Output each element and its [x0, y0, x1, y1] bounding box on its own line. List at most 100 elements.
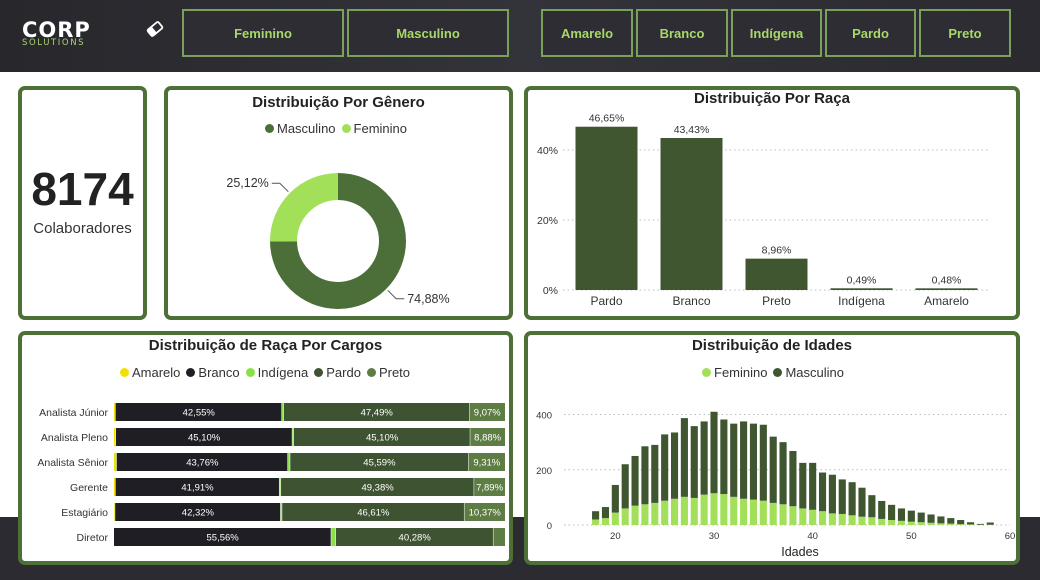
age-bar-masculino[interactable]: [848, 482, 856, 516]
age-bar-feminino[interactable]: [848, 515, 856, 525]
age-bar-feminino[interactable]: [868, 517, 876, 525]
age-bar-masculino[interactable]: [740, 421, 748, 499]
age-bar-masculino[interactable]: [720, 419, 728, 495]
age-bar-masculino[interactable]: [917, 512, 925, 523]
legend-item-branco[interactable]: Branco: [186, 365, 240, 380]
age-bar-masculino[interactable]: [670, 432, 679, 499]
legend-item-masculino-age[interactable]: Masculino: [773, 365, 844, 380]
age-bar-masculino[interactable]: [789, 450, 797, 507]
age-bar-feminino[interactable]: [937, 523, 945, 525]
age-bar-masculino[interactable]: [986, 522, 994, 525]
age-bar-masculino[interactable]: [651, 444, 659, 503]
age-bar-masculino[interactable]: [927, 514, 935, 523]
age-bar-masculino[interactable]: [661, 434, 669, 501]
age-bar-feminino[interactable]: [897, 520, 906, 525]
age-bar-masculino[interactable]: [700, 421, 708, 495]
race-bar[interactable]: [915, 288, 978, 290]
age-bar-feminino[interactable]: [838, 513, 846, 525]
age-bar-masculino[interactable]: [690, 426, 698, 498]
age-bar-feminino[interactable]: [621, 508, 629, 525]
age-bar-feminino[interactable]: [720, 494, 728, 525]
age-bar-masculino[interactable]: [592, 511, 600, 520]
age-bar-feminino[interactable]: [670, 498, 679, 525]
slicer-button-feminino[interactable]: Feminino: [182, 9, 344, 57]
age-bar-masculino[interactable]: [818, 472, 827, 512]
age-bar-masculino[interactable]: [631, 455, 639, 506]
age-bar-feminino[interactable]: [878, 518, 886, 525]
legend-item-masculino[interactable]: Masculino: [265, 121, 336, 136]
age-bar-masculino[interactable]: [710, 411, 718, 494]
legend-item-pardo[interactable]: Pardo: [314, 365, 361, 380]
age-bar-feminino[interactable]: [947, 523, 955, 525]
age-bar-feminino[interactable]: [759, 500, 767, 525]
legend-item-preto[interactable]: Preto: [366, 365, 410, 380]
age-bar-feminino[interactable]: [809, 509, 817, 525]
legend-item-feminino-age[interactable]: Feminino: [702, 365, 767, 380]
age-bar-masculino[interactable]: [888, 504, 896, 521]
age-bar-feminino[interactable]: [730, 496, 738, 525]
age-bar-masculino[interactable]: [641, 446, 649, 505]
age-bar-feminino[interactable]: [828, 513, 836, 525]
age-bar-masculino[interactable]: [868, 495, 876, 518]
race-bar[interactable]: [575, 126, 638, 290]
slicer-button-pardo[interactable]: Pardo: [825, 9, 916, 57]
age-bar-feminino[interactable]: [799, 508, 807, 525]
age-bar-feminino[interactable]: [661, 500, 669, 525]
legend-item-indigena[interactable]: Indígena: [245, 365, 308, 380]
age-bar-feminino[interactable]: [592, 519, 600, 525]
age-bar-masculino[interactable]: [957, 520, 965, 525]
age-bar-masculino[interactable]: [907, 510, 915, 522]
age-bar-masculino[interactable]: [749, 423, 758, 500]
age-bar-masculino[interactable]: [966, 522, 975, 525]
age-bar-feminino[interactable]: [818, 511, 827, 525]
slicer-button-masculino[interactable]: Masculino: [347, 9, 509, 57]
age-bar-masculino[interactable]: [828, 474, 836, 514]
age-bar-masculino[interactable]: [759, 424, 767, 501]
age-bar-masculino[interactable]: [601, 507, 610, 519]
legend-item-feminino[interactable]: Feminino: [341, 121, 407, 136]
slicer-button-amarelo[interactable]: Amarelo: [541, 9, 633, 57]
age-bar-masculino[interactable]: [621, 464, 629, 509]
age-bar-masculino[interactable]: [858, 487, 866, 517]
age-bar-feminino[interactable]: [858, 516, 866, 525]
age-bar-masculino[interactable]: [779, 442, 787, 505]
eraser-icon[interactable]: [144, 18, 166, 40]
age-bar-masculino[interactable]: [838, 479, 846, 514]
age-bar-feminino[interactable]: [917, 522, 925, 525]
age-bar-masculino[interactable]: [937, 516, 945, 524]
age-bar-masculino[interactable]: [976, 523, 984, 525]
age-bar-feminino[interactable]: [749, 499, 758, 525]
age-bar-masculino[interactable]: [897, 508, 906, 521]
age-bar-feminino[interactable]: [680, 496, 688, 525]
age-bar-feminino[interactable]: [611, 512, 619, 525]
age-bar-feminino[interactable]: [651, 502, 659, 525]
age-bar-feminino[interactable]: [927, 522, 935, 525]
age-bar-masculino[interactable]: [680, 418, 688, 497]
age-bar-masculino[interactable]: [809, 462, 817, 510]
age-bar-feminino[interactable]: [740, 498, 748, 525]
age-bar-masculino[interactable]: [799, 462, 807, 509]
legend-item-amarelo[interactable]: Amarelo: [120, 365, 180, 380]
age-bar-masculino[interactable]: [611, 484, 619, 513]
age-bar-feminino[interactable]: [710, 493, 718, 525]
age-bar-feminino[interactable]: [779, 504, 787, 525]
age-bar-feminino[interactable]: [690, 497, 698, 525]
slicer-button-branco[interactable]: Branco: [636, 9, 728, 57]
age-bar-feminino[interactable]: [700, 494, 708, 525]
age-bar-masculino[interactable]: [730, 423, 738, 497]
age-bar-masculino[interactable]: [878, 500, 886, 519]
race-bar[interactable]: [660, 137, 723, 290]
age-bar-masculino[interactable]: [769, 436, 777, 503]
role-bar-segment-indigena[interactable]: [331, 528, 336, 546]
race-bar[interactable]: [745, 258, 808, 290]
age-bar-feminino[interactable]: [966, 524, 975, 525]
age-bar-feminino[interactable]: [769, 502, 777, 525]
age-bar-feminino[interactable]: [641, 504, 649, 525]
slicer-button-indigena[interactable]: Indígena: [731, 9, 822, 57]
age-bar-feminino[interactable]: [789, 506, 797, 525]
age-bar-feminino[interactable]: [631, 505, 639, 525]
role-bar-segment-preto[interactable]: [493, 528, 505, 546]
race-bar[interactable]: [830, 288, 893, 290]
slicer-button-preto[interactable]: Preto: [919, 9, 1011, 57]
age-bar-feminino[interactable]: [601, 518, 610, 525]
